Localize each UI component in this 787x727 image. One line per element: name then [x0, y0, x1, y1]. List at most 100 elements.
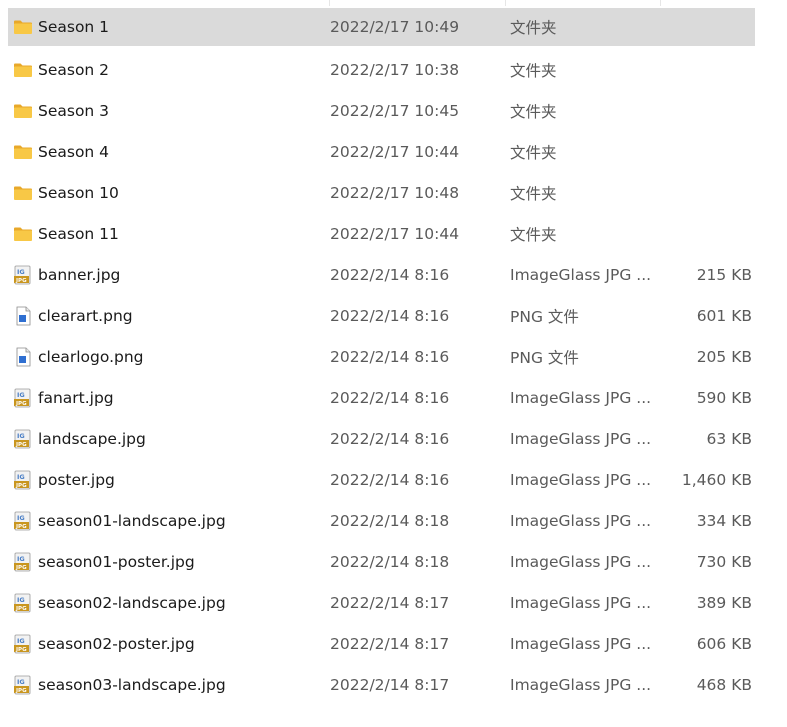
svg-text:JPG: JPG — [15, 278, 27, 284]
file-type: ImageGlass JPG ... — [510, 265, 652, 284]
file-name-cell[interactable]: IG JPG fanart.jpg — [8, 388, 330, 408]
file-size: 730 KB — [696, 552, 752, 571]
file-row[interactable]: IG JPG landscape.jpg 2022/2/14 8:16 ImageGla… — [8, 418, 755, 459]
file-name[interactable]: Season 4 — [38, 143, 109, 161]
file-name-cell[interactable]: Season 3 — [8, 101, 330, 121]
file-row[interactable]: IG JPG season02-poster.jpg 2022/2/14 8:17 Im… — [8, 623, 755, 664]
file-name-cell[interactable]: IG JPG season01-poster.jpg — [8, 552, 330, 572]
file-row[interactable]: Season 11 2022/2/17 10:44 文件夹 — [8, 213, 755, 254]
column-divider[interactable] — [660, 0, 661, 6]
file-row[interactable]: clearlogo.png 2022/2/14 8:16 PNG 文件 205 KB — [8, 336, 755, 377]
file-name-cell[interactable]: clearart.png — [8, 306, 330, 326]
file-name[interactable]: season01-landscape.jpg — [38, 512, 226, 530]
file-name-cell[interactable]: IG JPG season01-landscape.jpg — [8, 511, 330, 531]
file-name-cell[interactable]: IG JPG banner.jpg — [8, 265, 330, 285]
file-row[interactable]: IG JPG season03-landscape.jpg 2022/2/14 8:1… — [8, 664, 755, 705]
jpg-file-icon: IG JPG — [13, 675, 33, 695]
column-divider[interactable] — [329, 0, 330, 6]
folder-icon — [13, 101, 33, 121]
folder-icon — [13, 142, 33, 162]
file-type: 文件夹 — [510, 102, 557, 121]
folder-icon — [13, 17, 33, 37]
file-size: 334 KB — [696, 511, 752, 530]
svg-text:IG: IG — [17, 268, 25, 276]
file-row[interactable]: Season 3 2022/2/17 10:45 文件夹 — [8, 90, 755, 131]
svg-text:IG: IG — [17, 473, 25, 481]
folder-icon — [13, 183, 33, 203]
file-name[interactable]: clearlogo.png — [38, 348, 144, 366]
file-row[interactable]: IG JPG season01-poster.jpg 2022/2/14 8:18 Im… — [8, 541, 755, 582]
file-size: 205 KB — [696, 347, 752, 366]
jpg-file-icon: IG JPG — [13, 593, 33, 613]
file-name[interactable]: landscape.jpg — [38, 430, 146, 448]
file-name[interactable]: clearart.png — [38, 307, 133, 325]
file-name-cell[interactable]: IG JPG landscape.jpg — [8, 429, 330, 449]
svg-text:JPG: JPG — [15, 442, 27, 448]
folder-icon — [13, 60, 33, 80]
jpg-file-icon: IG JPG — [13, 634, 33, 654]
file-row[interactable]: Season 1 2022/2/17 10:49 文件夹 — [8, 8, 755, 46]
file-row[interactable]: clearart.png 2022/2/14 8:16 PNG 文件 601 KB — [8, 295, 755, 336]
file-date-modified: 2022/2/14 8:16 — [330, 265, 450, 284]
svg-text:IG: IG — [17, 555, 25, 563]
file-name[interactable]: season01-poster.jpg — [38, 553, 195, 571]
file-name-cell[interactable]: IG JPG season02-landscape.jpg — [8, 593, 330, 613]
file-name-cell[interactable]: Season 4 — [8, 142, 330, 162]
file-name-cell[interactable]: Season 2 — [8, 60, 330, 80]
file-name-cell[interactable]: Season 1 — [8, 17, 330, 37]
file-date-modified: 2022/2/14 8:18 — [330, 511, 450, 530]
file-name[interactable]: Season 3 — [38, 102, 109, 120]
file-row[interactable]: Season 2 2022/2/17 10:38 文件夹 — [8, 49, 755, 90]
svg-text:JPG: JPG — [15, 647, 27, 653]
file-name[interactable]: Season 2 — [38, 61, 109, 79]
svg-text:JPG: JPG — [15, 565, 27, 571]
file-type: PNG 文件 — [510, 307, 579, 326]
jpg-file-icon: IG JPG — [13, 552, 33, 572]
file-type: ImageGlass JPG ... — [510, 388, 652, 407]
file-date-modified: 2022/2/17 10:48 — [330, 183, 460, 202]
file-date-modified: 2022/2/17 10:44 — [330, 224, 460, 243]
file-name-cell[interactable]: IG JPG poster.jpg — [8, 470, 330, 490]
file-name[interactable]: season03-landscape.jpg — [38, 676, 226, 694]
file-row[interactable]: Season 4 2022/2/17 10:44 文件夹 — [8, 131, 755, 172]
file-type: 文件夹 — [510, 143, 557, 162]
file-type: ImageGlass JPG ... — [510, 634, 652, 653]
file-name[interactable]: Season 10 — [38, 184, 119, 202]
jpg-file-icon: IG JPG — [13, 388, 33, 408]
column-divider[interactable] — [505, 0, 506, 6]
file-row[interactable]: IG JPG poster.jpg 2022/2/14 8:16 ImageGlass … — [8, 459, 755, 500]
file-name-cell[interactable]: clearlogo.png — [8, 347, 330, 367]
file-type: ImageGlass JPG ... — [510, 593, 652, 612]
jpg-file-icon: IG JPG — [13, 511, 33, 531]
folder-icon — [13, 224, 33, 244]
file-size: 606 KB — [696, 634, 752, 653]
file-name[interactable]: season02-landscape.jpg — [38, 594, 226, 612]
file-name[interactable]: poster.jpg — [38, 471, 115, 489]
file-name[interactable]: Season 1 — [38, 18, 109, 36]
svg-text:JPG: JPG — [15, 483, 27, 489]
file-type: 文件夹 — [510, 184, 557, 203]
file-name[interactable]: season02-poster.jpg — [38, 635, 195, 653]
file-date-modified: 2022/2/14 8:17 — [330, 593, 450, 612]
file-row[interactable]: IG JPG season01-landscape.jpg 2022/2/14 8:1… — [8, 500, 755, 541]
jpg-file-icon: IG JPG — [13, 265, 33, 285]
file-name-cell[interactable]: Season 11 — [8, 224, 330, 244]
file-name[interactable]: banner.jpg — [38, 266, 120, 284]
file-name[interactable]: Season 11 — [38, 225, 119, 243]
file-date-modified: 2022/2/17 10:38 — [330, 60, 460, 79]
file-size: 1,460 KB — [681, 470, 752, 489]
file-name-cell[interactable]: IG JPG season03-landscape.jpg — [8, 675, 330, 695]
file-size: 63 KB — [706, 429, 752, 448]
file-row[interactable]: IG JPG fanart.jpg 2022/2/14 8:16 ImageGlass … — [8, 377, 755, 418]
file-row[interactable]: IG JPG season02-landscape.jpg 2022/2/14 8:1… — [8, 582, 755, 623]
file-row[interactable]: Season 10 2022/2/17 10:48 文件夹 — [8, 172, 755, 213]
file-name-cell[interactable]: IG JPG season02-poster.jpg — [8, 634, 330, 654]
file-explorer-list: Season 1 2022/2/17 10:49 文件夹 Season 2 2022/2… — [0, 0, 787, 727]
file-name-cell[interactable]: Season 10 — [8, 183, 330, 203]
file-row[interactable]: IG JPG banner.jpg 2022/2/14 8:16 ImageGlass … — [8, 254, 755, 295]
file-size: 601 KB — [696, 306, 752, 325]
file-date-modified: 2022/2/14 8:17 — [330, 634, 450, 653]
file-date-modified: 2022/2/17 10:44 — [330, 142, 460, 161]
file-name[interactable]: fanart.jpg — [38, 389, 114, 407]
svg-text:JPG: JPG — [15, 524, 27, 530]
